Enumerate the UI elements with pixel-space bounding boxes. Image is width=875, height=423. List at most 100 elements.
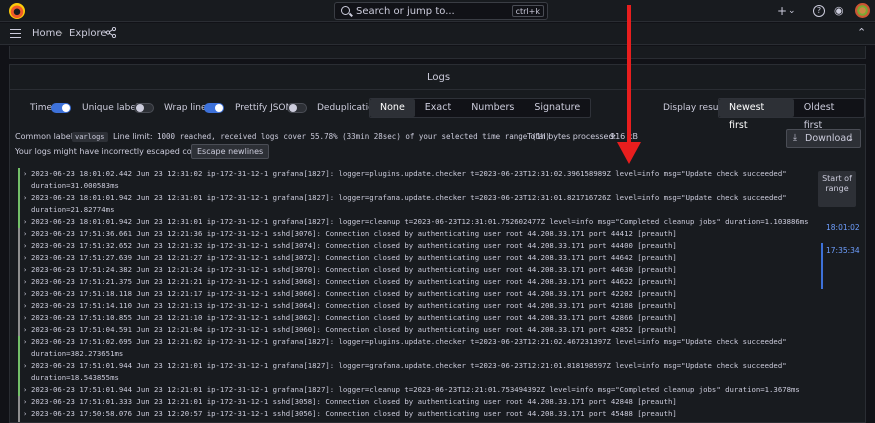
expand-chevron-icon[interactable]: › xyxy=(23,300,27,312)
dedup-option-exact[interactable]: Exact xyxy=(415,99,461,117)
expand-chevron-icon[interactable]: › xyxy=(23,312,27,324)
common-label-chip: varlogs xyxy=(72,132,108,142)
expand-chevron-icon[interactable]: › xyxy=(23,264,27,276)
log-level-indicator xyxy=(18,216,20,228)
log-level-indicator xyxy=(18,168,20,192)
expand-chevron-icon[interactable]: › xyxy=(23,384,27,396)
menu-icon[interactable] xyxy=(10,29,21,38)
download-button[interactable]: ⤓ Download ⌄ xyxy=(786,129,861,148)
chevron-down-icon: ⌄ xyxy=(847,134,854,143)
start-of-range-label[interactable]: Start of range xyxy=(818,171,856,207)
log-row[interactable]: › 2023-06-23 17:51:02.695 Jun 23 12:21:02… xyxy=(16,336,816,360)
log-row[interactable]: › 2023-06-23 17:51:21.375 Jun 23 12:21:21… xyxy=(16,276,816,288)
breadcrumb-home[interactable]: Home xyxy=(32,28,62,39)
prettify-json-toggle[interactable] xyxy=(287,103,307,113)
log-level-indicator xyxy=(18,384,20,396)
log-line-text: 2023-06-23 17:51:04.591 Jun 23 12:21:04 … xyxy=(31,325,677,334)
log-row[interactable]: › 2023-06-23 17:51:01.944 Jun 23 12:21:01… xyxy=(16,360,816,384)
log-line-text: 2023-06-23 18:01:01.942 Jun 23 12:31:01 … xyxy=(31,217,809,226)
expand-chevron-icon[interactable]: › xyxy=(23,216,27,228)
log-row[interactable]: › 2023-06-23 17:50:58.076 Jun 23 12:20:57… xyxy=(16,408,816,420)
log-row[interactable]: › 2023-06-23 17:51:14.110 Jun 23 12:21:13… xyxy=(16,300,816,312)
log-line-text: 2023-06-23 17:51:24.382 Jun 23 12:21:24 … xyxy=(31,265,677,274)
log-row[interactable]: › 2023-06-23 17:51:32.652 Jun 23 12:21:32… xyxy=(16,240,816,252)
log-row[interactable]: › 2023-06-23 18:01:02.442 Jun 23 12:31:02… xyxy=(16,168,816,192)
log-line-text: 2023-06-23 17:51:21.375 Jun 23 12:21:21 … xyxy=(31,277,677,286)
log-line-text: 2023-06-23 17:51:27.639 Jun 23 12:21:27 … xyxy=(31,253,677,262)
news-icon[interactable]: ◉ xyxy=(834,3,844,19)
dedup-option-none[interactable]: None xyxy=(370,99,415,117)
log-line-text: 2023-06-23 17:51:01.333 Jun 23 12:21:01 … xyxy=(31,397,677,406)
expand-chevron-icon[interactable]: › xyxy=(23,192,27,204)
expand-chevron-icon[interactable]: › xyxy=(23,396,27,408)
log-row[interactable]: › 2023-06-23 18:01:01.942 Jun 23 12:31:01… xyxy=(16,216,816,228)
log-row[interactable]: › 2023-06-23 17:51:01.944 Jun 23 12:21:01… xyxy=(16,384,816,396)
log-line-text: 2023-06-23 17:51:14.110 Jun 23 12:21:13 … xyxy=(31,301,677,310)
collapse-icon[interactable]: ⌃ xyxy=(857,26,866,39)
download-label: Download xyxy=(805,133,853,144)
log-level-indicator xyxy=(18,192,20,216)
log-line-text: 2023-06-23 17:51:02.695 Jun 23 12:21:02 … xyxy=(31,337,792,358)
help-icon[interactable]: ? xyxy=(813,5,825,17)
dedup-option-signature[interactable]: Signature xyxy=(524,99,590,117)
expand-chevron-icon[interactable]: › xyxy=(23,276,27,288)
range-indicator xyxy=(821,243,823,289)
start-of-range-text: Start of range xyxy=(822,174,852,193)
log-row[interactable]: › 2023-06-23 17:51:10.855 Jun 23 12:21:10… xyxy=(16,312,816,324)
dedup-option-numbers[interactable]: Numbers xyxy=(461,99,524,117)
log-row[interactable]: › 2023-06-23 18:01:01.942 Jun 23 12:31:01… xyxy=(16,192,816,216)
log-row[interactable]: › 2023-06-23 17:51:18.118 Jun 23 12:21:17… xyxy=(16,288,816,300)
log-level-indicator xyxy=(18,336,20,360)
expand-chevron-icon[interactable]: › xyxy=(23,336,27,348)
order-option-oldest[interactable]: Oldest first xyxy=(794,99,864,131)
annotation-arrow-head xyxy=(617,142,641,164)
grafana-logo-icon[interactable] xyxy=(9,3,25,19)
search-icon xyxy=(341,6,350,15)
log-row[interactable]: › 2023-06-23 17:51:01.333 Jun 23 12:21:01… xyxy=(16,396,816,408)
expand-chevron-icon[interactable]: › xyxy=(23,240,27,252)
chevron-down-icon[interactable]: ⌄ xyxy=(788,3,796,19)
expand-chevron-icon[interactable]: › xyxy=(23,288,27,300)
log-line-text: 2023-06-23 17:51:10.855 Jun 23 12:21:10 … xyxy=(31,313,677,322)
expand-chevron-icon[interactable]: › xyxy=(23,252,27,264)
bytes-processed-value: 916 kB xyxy=(610,132,638,141)
wrap-lines-toggle[interactable] xyxy=(204,103,224,113)
log-level-indicator xyxy=(18,324,20,336)
download-icon: ⤓ xyxy=(793,133,797,143)
expand-chevron-icon[interactable]: › xyxy=(23,408,27,420)
panel-divider xyxy=(10,89,865,90)
range-end-time: 17:35:34 xyxy=(826,246,860,255)
expand-chevron-icon[interactable]: › xyxy=(23,228,27,240)
log-line-text: 2023-06-23 17:51:32.652 Jun 23 12:21:32 … xyxy=(31,241,677,250)
search-shortcut-badge: ctrl+k xyxy=(511,5,544,17)
order-option-newest[interactable]: Newest first xyxy=(719,99,794,131)
expand-chevron-icon[interactable]: › xyxy=(23,168,27,180)
share-icon[interactable] xyxy=(106,27,116,38)
expand-chevron-icon[interactable]: › xyxy=(23,360,27,372)
log-line-text: 2023-06-23 18:01:01.942 Jun 23 12:31:01 … xyxy=(31,193,792,214)
prettify-json-toggle-label: Prettify JSON xyxy=(235,103,293,113)
log-row[interactable]: › 2023-06-23 17:51:24.382 Jun 23 12:21:24… xyxy=(16,264,816,276)
escape-newlines-button[interactable]: Escape newlines xyxy=(191,144,270,159)
log-row[interactable]: › 2023-06-23 17:51:27.639 Jun 23 12:21:27… xyxy=(16,252,816,264)
query-panel-bottom xyxy=(9,46,866,59)
search-input[interactable]: Search or jump to... ctrl+k xyxy=(334,2,548,20)
panel-title: Logs xyxy=(426,72,451,83)
log-line-text: 2023-06-23 17:51:01.944 Jun 23 12:21:01 … xyxy=(31,361,792,382)
time-toggle[interactable] xyxy=(51,103,71,113)
expand-chevron-icon[interactable]: › xyxy=(23,324,27,336)
line-limit-label: Line limit: xyxy=(113,132,153,141)
log-level-indicator xyxy=(18,264,20,276)
breadcrumb-separator: › xyxy=(59,28,63,39)
plus-icon[interactable]: + xyxy=(777,3,787,19)
log-row[interactable]: › 2023-06-23 17:51:04.591 Jun 23 12:21:04… xyxy=(16,324,816,336)
time-toggle-label: Time xyxy=(30,103,53,113)
user-avatar[interactable] xyxy=(855,3,870,18)
deduplication-radio-group: None Exact Numbers Signature xyxy=(369,98,592,118)
log-line-text: 2023-06-23 17:50:58.076 Jun 23 12:20:57 … xyxy=(31,409,677,418)
unique-labels-toggle[interactable] xyxy=(134,103,154,113)
logs-panel: Logs Time Unique labels Wrap lines Prett… xyxy=(9,64,866,423)
breadcrumb-explore: Explore xyxy=(69,28,107,39)
range-start-time: 18:01:02 xyxy=(826,223,860,232)
log-row[interactable]: › 2023-06-23 17:51:36.661 Jun 23 12:21:36… xyxy=(16,228,816,240)
